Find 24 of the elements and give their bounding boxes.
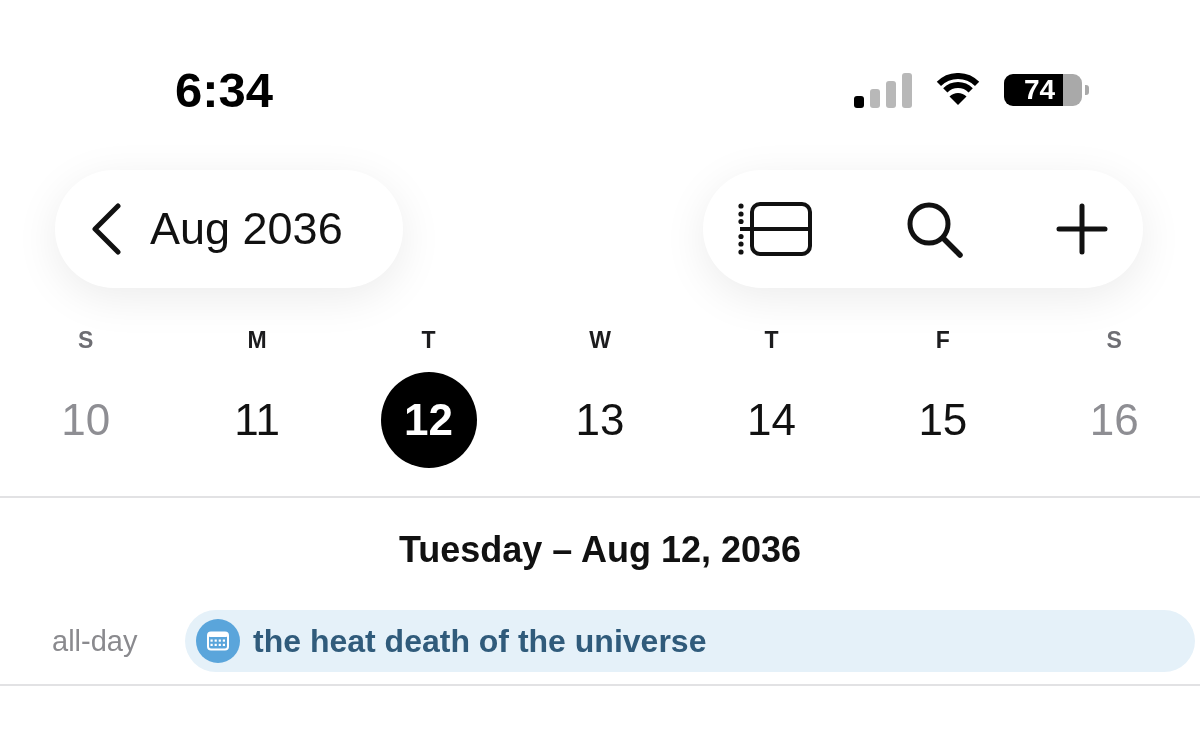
day-number[interactable]: 14 bbox=[746, 394, 796, 446]
day-number[interactable]: 12 bbox=[380, 372, 477, 468]
day-number[interactable]: 13 bbox=[575, 394, 625, 446]
month-back-button[interactable]: Aug 2036 bbox=[55, 170, 403, 288]
signal-icon bbox=[854, 72, 912, 108]
status-time: 6:34 bbox=[175, 62, 274, 119]
weekday-label: F bbox=[935, 326, 950, 355]
day-number[interactable]: 15 bbox=[918, 394, 968, 446]
battery-icon bbox=[1004, 74, 1090, 106]
event-title: the heat death of the universe bbox=[253, 622, 707, 660]
weekday-label: S bbox=[1106, 326, 1122, 355]
chevron-left-icon bbox=[90, 203, 122, 255]
add-icon[interactable] bbox=[1056, 203, 1108, 255]
weekday-label: S bbox=[78, 326, 94, 355]
weekday-label: T bbox=[764, 326, 779, 355]
list-view-icon[interactable] bbox=[738, 202, 812, 256]
weekday-label: W bbox=[589, 326, 611, 355]
weekday-label: T bbox=[421, 326, 436, 355]
weekday-label: M bbox=[247, 326, 267, 355]
day-number[interactable]: 11 bbox=[234, 394, 280, 446]
battery-percentage: 74 bbox=[1024, 74, 1056, 106]
date-heading: Tuesday – Aug 12, 2036 bbox=[397, 528, 803, 572]
all-day-event[interactable]: the heat death of the universe bbox=[185, 610, 1195, 672]
all-day-label: all-day bbox=[52, 624, 139, 659]
